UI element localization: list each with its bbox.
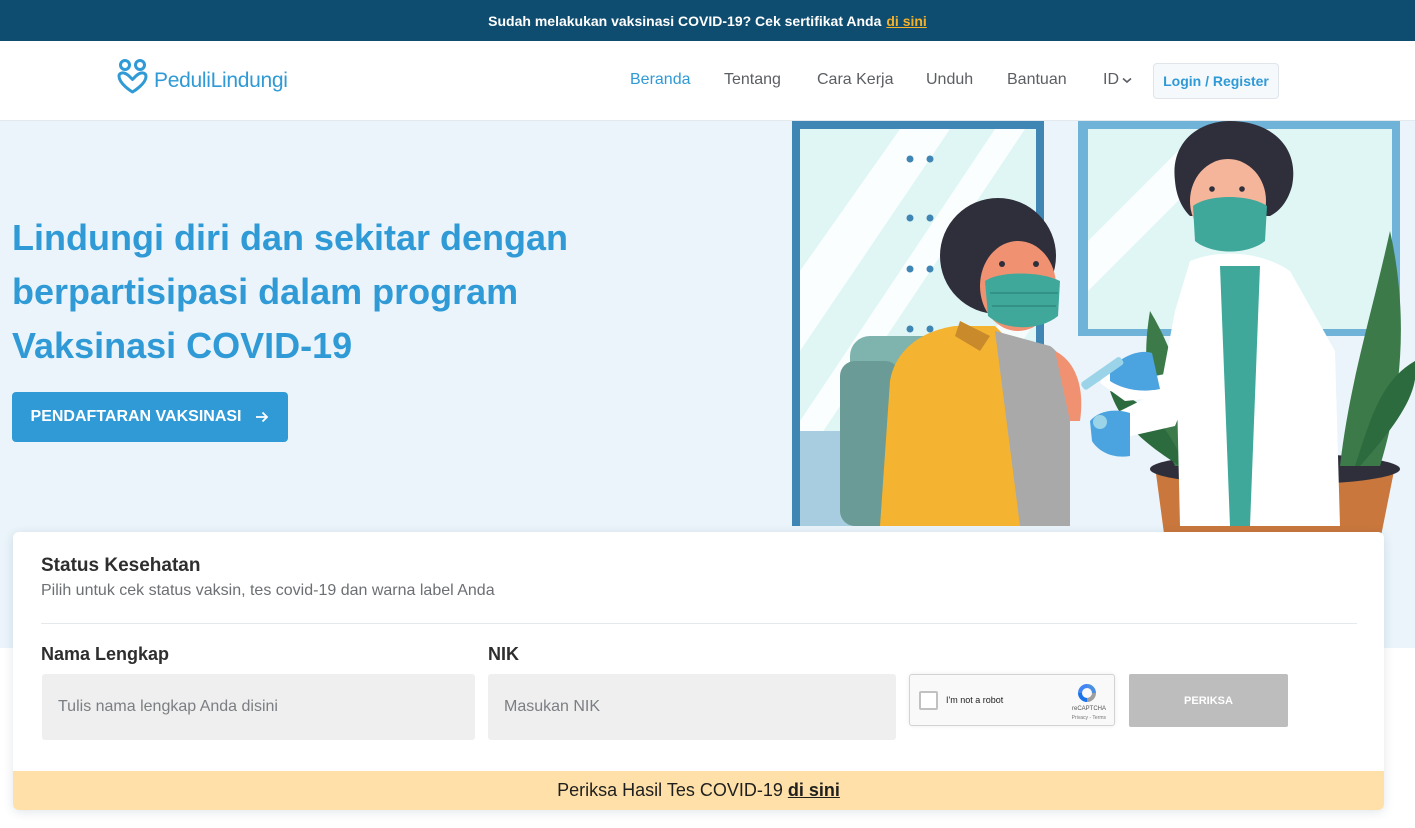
navbar: PeduliLindungi Beranda Tentang Cara Kerj… [0,41,1415,121]
hero-title-line-1: Lindungi diri dan sekitar dengan [12,217,569,258]
recaptcha-widget: I'm not a robot reCAPTCHA Privacy - Term… [909,674,1115,726]
top-announcement-banner: Sudah melakukan vaksinasi COVID-19? Cek … [0,0,1415,41]
nav-unduh[interactable]: Unduh [926,71,973,89]
hero-title-line-2: berpartisipasi dalam program [12,271,519,312]
test-result-bar: Periksa Hasil Tes COVID-19 di sini [13,771,1384,810]
nav-beranda[interactable]: Beranda [630,71,691,89]
brand-name: PeduliLindungi [154,69,288,92]
recaptcha-terms[interactable]: Privacy - Terms [1072,715,1106,721]
arrow-right-icon [256,411,269,423]
periksa-button[interactable]: PERIKSA [1129,674,1288,727]
card-divider [41,623,1357,624]
captcha-label: I'm not a robot [946,695,1004,705]
logo[interactable]: PeduliLindungi [116,57,288,105]
nav-bantuan[interactable]: Bantuan [1007,71,1067,89]
language-selector[interactable]: ID [1103,71,1132,89]
recaptcha-logo-icon [1078,684,1096,702]
login-register-button[interactable]: Login / Register [1153,63,1279,99]
nav-cara-kerja[interactable]: Cara Kerja [817,71,893,89]
recaptcha-brand: reCAPTCHA [1071,706,1106,712]
nav-tentang[interactable]: Tentang [724,71,781,89]
status-kesehatan-card: Status Kesehatan Pilih untuk cek status … [13,532,1384,810]
name-field-label: Nama Lengkap [41,644,170,664]
heart-people-logo-icon [117,59,148,94]
hero-title: Lindungi diri dan sekitar dengan berpart… [12,211,612,373]
banner-text: Sudah melakukan vaksinasi COVID-19? Cek … [488,12,882,29]
chevron-down-icon [1122,77,1132,83]
nik-field-label: NIK [488,644,519,664]
hero-title-line-3: Vaksinasi COVID-19 [12,325,353,366]
status-card-subtitle: Pilih untuk cek status vaksin, tes covid… [41,582,495,599]
cta-label: PENDAFTARAN VAKSINASI [30,408,242,425]
nik-input[interactable] [488,674,896,740]
full-name-input[interactable] [42,674,475,740]
vaccination-registration-button[interactable]: PENDAFTARAN VAKSINASI [12,392,288,442]
result-bar-text: Periksa Hasil Tes COVID-19 [557,780,783,800]
certificate-link[interactable]: di sini [886,13,926,29]
captcha-checkbox[interactable] [919,691,938,710]
language-label: ID [1103,71,1119,88]
test-result-link[interactable]: di sini [788,780,840,801]
status-card-title: Status Kesehatan [41,555,201,576]
